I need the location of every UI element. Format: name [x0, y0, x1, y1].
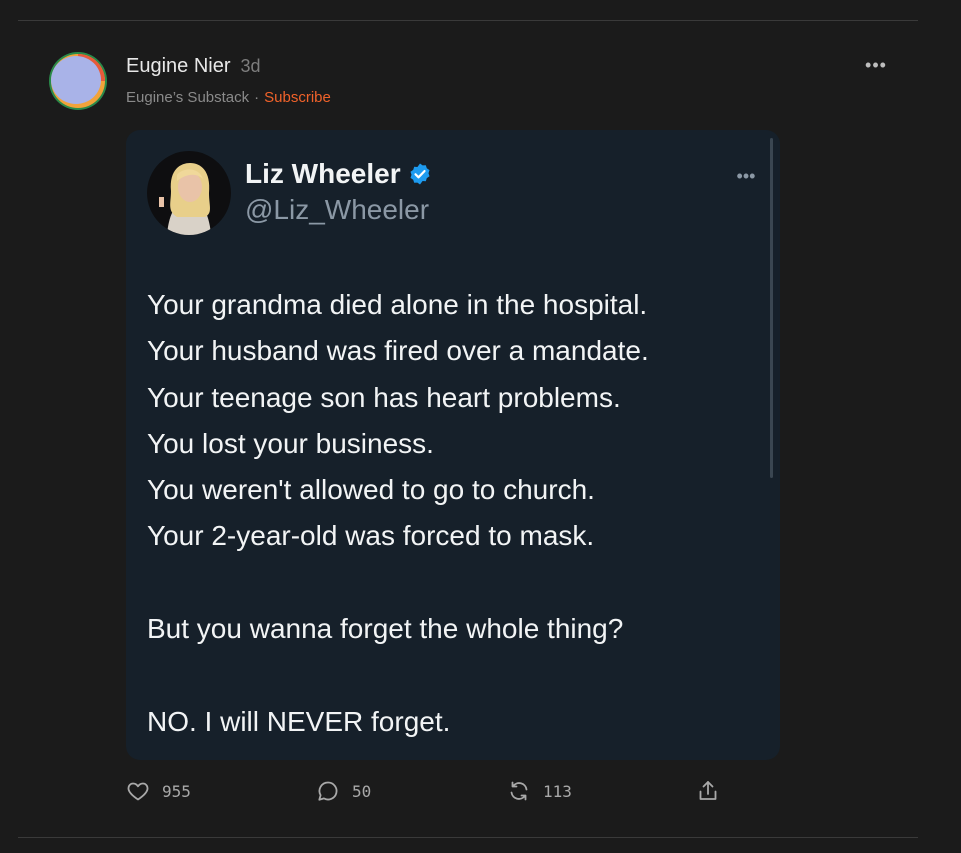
publication-name[interactable]: Eugine’s Substack	[126, 89, 249, 106]
restack-button[interactable]: 113	[507, 776, 572, 806]
publication-avatar[interactable]	[48, 51, 108, 111]
tweet-line: Your husband was fired over a mandate.	[147, 335, 649, 367]
restack-count: 113	[543, 781, 572, 801]
verified-badge-icon	[410, 163, 430, 185]
bottom-divider	[18, 837, 918, 838]
comment-button[interactable]: 50	[316, 776, 371, 806]
tweet-author-name: Liz Wheeler	[245, 158, 401, 189]
like-count: 955	[162, 781, 191, 801]
tweet-author-avatar	[147, 151, 231, 235]
tweet-more-options-icon: •••	[736, 166, 756, 186]
scrollbar	[770, 138, 773, 478]
restack-icon	[510, 781, 528, 801]
post-age: 3d	[240, 56, 261, 76]
tweet-line: Your grandma died alone in the hospital.	[147, 289, 648, 320]
author-name[interactable]: Eugine Nier	[126, 55, 231, 78]
comment-bubble-icon	[318, 781, 338, 801]
tweet-text: Your grandma died alone in the hospital.…	[147, 282, 767, 745]
top-divider	[18, 20, 918, 21]
tweet-line: You weren't allowed to go to church.	[147, 474, 595, 506]
like-button[interactable]: 955	[126, 776, 191, 806]
tweet-line: Your 2-year-old was forced to mask.	[147, 520, 595, 552]
subscribe-link[interactable]: Subscribe	[264, 89, 331, 106]
separator: ·	[254, 89, 260, 106]
heart-icon	[127, 782, 149, 801]
tweet-author-handle: @Liz_Wheeler	[245, 194, 430, 225]
tweet-line: Your teenage son has heart problems.	[147, 381, 621, 413]
tweet-line: But you wanna forget the whole thing?	[147, 613, 624, 645]
share-button[interactable]	[696, 776, 720, 806]
action-bar: 955 50 113	[126, 776, 726, 806]
tweet-line: NO. I will NEVER forget.	[147, 705, 451, 737]
share-icon	[699, 781, 717, 800]
tweet-line: You lost your business.	[147, 427, 434, 459]
comment-count: 50	[352, 781, 372, 801]
post-more-options-icon[interactable]: •••	[864, 55, 888, 75]
